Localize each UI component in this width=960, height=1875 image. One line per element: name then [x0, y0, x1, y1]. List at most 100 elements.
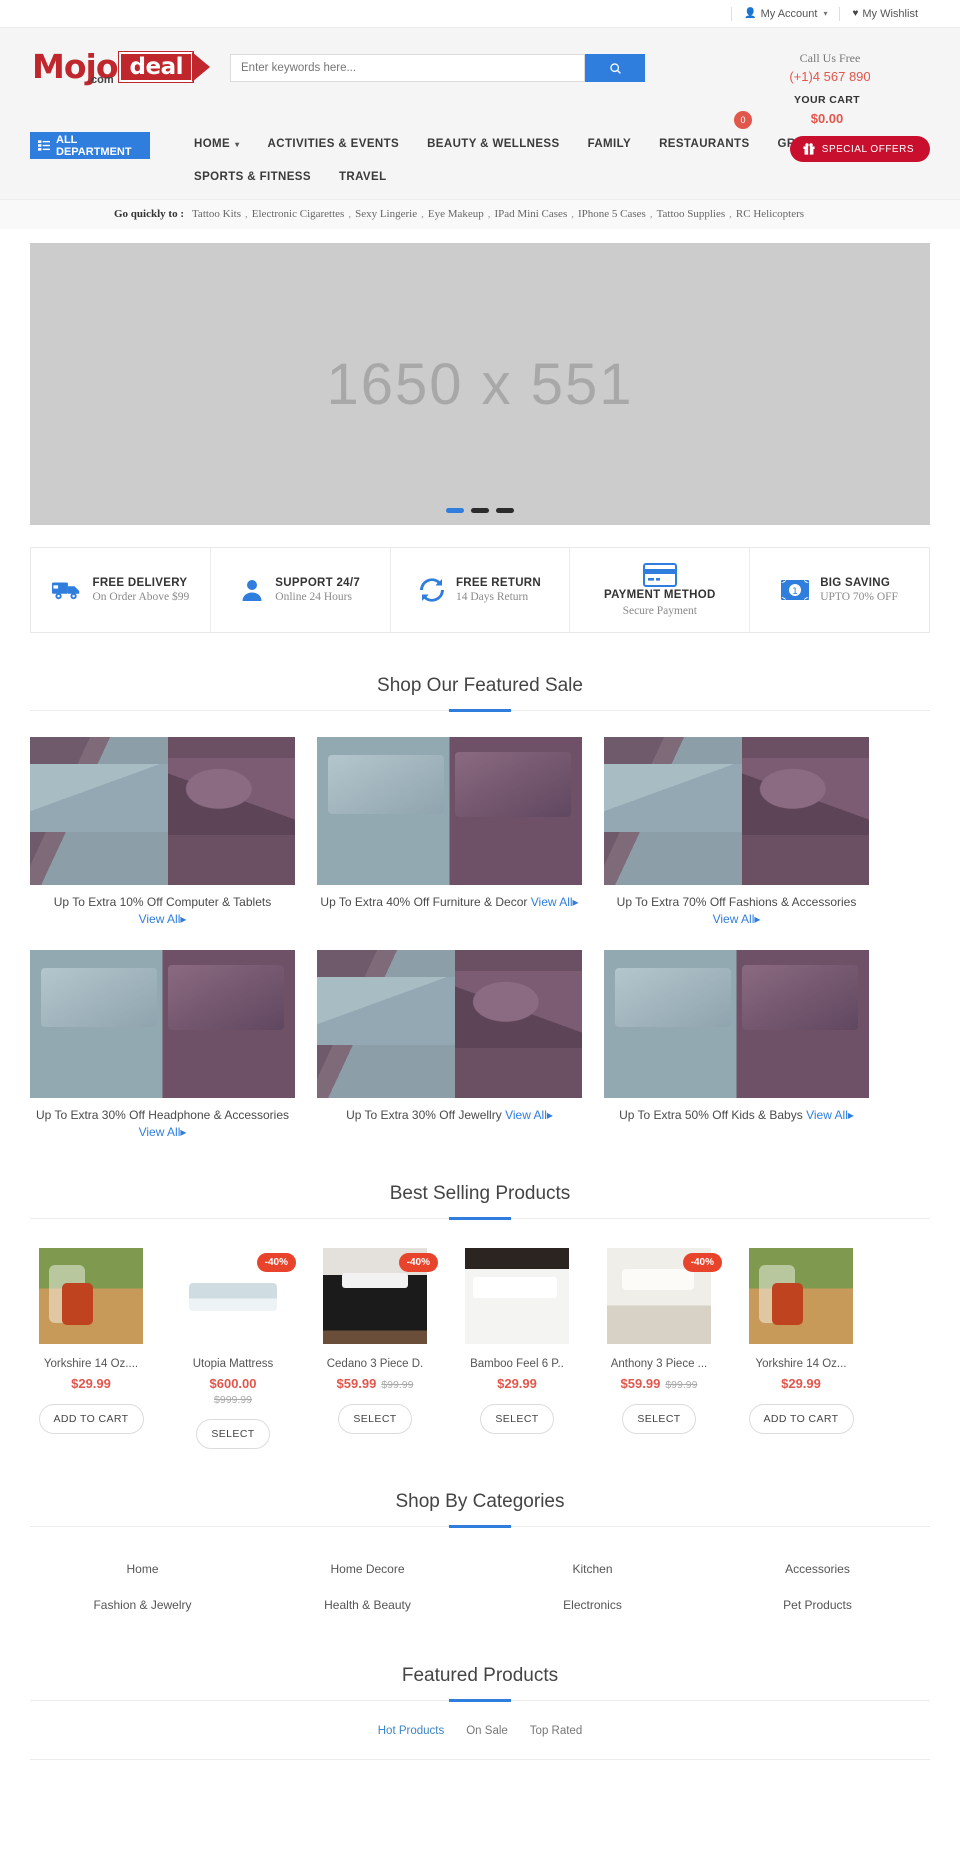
select-button[interactable]: SELECT: [480, 1404, 554, 1434]
select-button[interactable]: SELECT: [622, 1404, 696, 1434]
call-label: Call Us Free: [799, 51, 861, 65]
separator: ,: [649, 208, 653, 220]
banner-dot-2[interactable]: [471, 508, 489, 513]
all-department-button[interactable]: ALL DEPARTMENT: [30, 132, 150, 159]
sale-card-image: [604, 950, 869, 1098]
banner-placeholder-text: 1650 x 551: [326, 351, 634, 417]
banner-dot-1[interactable]: [446, 508, 464, 513]
quick-link[interactable]: Sexy Lingerie: [355, 208, 417, 220]
product-card[interactable]: Bamboo Feel 6 P.. $29.99 SELECT: [456, 1247, 578, 1434]
service-free-return: FREE RETURN 14 Days Return: [391, 548, 571, 632]
view-all-link[interactable]: View All▸: [713, 912, 761, 926]
product-name: Yorkshire 14 Oz...: [755, 1358, 847, 1370]
tab-on-sale[interactable]: On Sale: [466, 1725, 508, 1737]
section-title: Shop By Categories: [395, 1491, 565, 1512]
sale-card[interactable]: Up To Extra 40% Off Furniture & Decor Vi…: [317, 737, 582, 928]
quick-link[interactable]: Tattoo Kits: [192, 208, 241, 220]
add-to-cart-button[interactable]: ADD TO CART: [38, 1404, 144, 1434]
service-title: PAYMENT METHOD: [604, 589, 716, 601]
search-input[interactable]: [230, 54, 585, 82]
view-all-link[interactable]: View All▸: [806, 1108, 854, 1122]
sale-card-caption: Up To Extra 30% Off Headphone & Accessor…: [35, 1108, 290, 1122]
quick-link[interactable]: Electronic Cigarettes: [252, 208, 345, 220]
category-item-kitchen[interactable]: Kitchen: [480, 1551, 705, 1587]
tab-top-rated[interactable]: Top Rated: [530, 1725, 582, 1737]
add-to-cart-button[interactable]: ADD TO CART: [748, 1404, 854, 1434]
cart-title: YOUR CART: [793, 94, 860, 106]
view-all-link[interactable]: View All▸: [531, 895, 579, 909]
service-free-delivery: FREE DELIVERY On Order Above $99: [31, 548, 211, 632]
search-button[interactable]: [585, 54, 645, 82]
select-button[interactable]: SELECT: [338, 1404, 412, 1434]
discount-badge: -40%: [256, 1253, 296, 1272]
product-card[interactable]: -40% Cedano 3 Piece D. $59.99 $99.99 SELE…: [314, 1247, 438, 1434]
separator: ,: [487, 208, 491, 220]
call-info: Call Us Free (+1)4 567 890: [730, 46, 930, 84]
product-card[interactable]: -40% Utopia Mattress $600.00 $999.99 SEL…: [172, 1247, 296, 1449]
product-price: $59.99: [336, 1376, 377, 1391]
quick-links-label: Go quickly to :: [114, 208, 184, 220]
search-icon: [609, 62, 621, 74]
view-all-link[interactable]: View All▸: [139, 1125, 187, 1139]
quick-link[interactable]: RC Helicopters: [736, 208, 804, 220]
hero-banner[interactable]: 1650 x 551: [30, 243, 930, 525]
site-logo[interactable]: Mojo deal .com: [30, 46, 215, 86]
view-all-link[interactable]: View All▸: [139, 912, 187, 926]
nav-item-family[interactable]: FAMILY: [574, 132, 646, 156]
nav-item-sports-fitness[interactable]: SPORTS & FITNESS: [180, 165, 325, 189]
quick-link[interactable]: IPhone 5 Cases: [578, 208, 646, 220]
category-item-health-beauty[interactable]: Health & Beauty: [255, 1587, 480, 1623]
category-item-accessories[interactable]: Accessories: [705, 1551, 930, 1587]
quick-links-bar: Go quickly to : Tattoo Kits, Electronic …: [0, 199, 960, 229]
product-card[interactable]: Yorkshire 14 Oz.... $29.99 ADD TO CART: [30, 1247, 152, 1434]
special-offers-button[interactable]: SPECIAL OFFERS: [789, 136, 930, 162]
product-name: Bamboo Feel 6 P..: [470, 1358, 564, 1370]
sale-card[interactable]: Up To Extra 30% Off Jewellry View All▸: [317, 950, 582, 1141]
product-price: $29.99: [781, 1376, 821, 1391]
sale-card-image: [317, 950, 582, 1098]
featured-products-section: Featured Products Hot Products On Sale T…: [30, 1665, 930, 1760]
nav-item-label: RESTAURANTS: [659, 138, 750, 150]
product-image: [749, 1248, 853, 1344]
cart-total: $0.00: [810, 111, 844, 126]
nav-item-label: ACTIVITIES & EVENTS: [267, 138, 400, 150]
sale-card[interactable]: Up To Extra 10% Off Computer & Tablets V…: [30, 737, 295, 928]
separator: ,: [348, 208, 352, 220]
product-price: $29.99: [71, 1376, 111, 1391]
my-account-link[interactable]: 👤 My Account ▾: [731, 6, 839, 21]
service-payment-method: PAYMENT METHOD Secure Payment: [570, 548, 751, 632]
section-divider: [30, 1526, 930, 1529]
my-wishlist-label: My Wishlist: [862, 7, 918, 20]
nav-item-beauty-wellness[interactable]: BEAUTY & WELLNESS: [413, 132, 573, 156]
category-item-electronics[interactable]: Electronics: [480, 1587, 705, 1623]
category-grid: Home Home Decore Kitchen Accessories Fas…: [30, 1551, 930, 1623]
product-name: Utopia Mattress: [192, 1358, 274, 1370]
credit-card-icon: [642, 563, 677, 587]
nav-item-restaurants[interactable]: RESTAURANTS: [645, 132, 763, 156]
product-card[interactable]: Yorkshire 14 Oz... $29.99 ADD TO CART: [740, 1247, 862, 1434]
view-all-link[interactable]: View All▸: [505, 1108, 553, 1122]
category-item-pet-products[interactable]: Pet Products: [705, 1587, 930, 1623]
quick-link[interactable]: Tattoo Supplies: [657, 208, 726, 220]
nav-item-activities-events[interactable]: ACTIVITIES & EVENTS: [254, 132, 414, 156]
quick-link[interactable]: Eye Makeup: [428, 208, 484, 220]
service-title: SUPPORT 24/7: [275, 577, 361, 589]
cart-widget[interactable]: 0 YOUR CART $0.00: [734, 94, 892, 129]
sale-card[interactable]: Up To Extra 70% Off Fashions & Accessori…: [604, 737, 869, 928]
chevron-down-icon: ▾: [235, 139, 240, 149]
nav-item-label: BEAUTY & WELLNESS: [427, 138, 560, 150]
my-wishlist-link[interactable]: ♥ My Wishlist: [839, 6, 930, 21]
banner-dot-3[interactable]: [496, 508, 514, 513]
nav-item-home[interactable]: HOME ▾: [180, 132, 254, 156]
product-card[interactable]: -40% Anthony 3 Piece ... $59.99 $99.99 SE…: [598, 1247, 722, 1434]
category-item-fashion-jewelry[interactable]: Fashion & Jewelry: [30, 1587, 255, 1623]
list-icon: [38, 140, 50, 151]
sale-card[interactable]: Up To Extra 50% Off Kids & Babys View Al…: [604, 950, 869, 1141]
sale-card[interactable]: Up To Extra 30% Off Headphone & Accessor…: [30, 950, 295, 1141]
category-item-home-decore[interactable]: Home Decore: [255, 1551, 480, 1587]
tab-hot-products[interactable]: Hot Products: [378, 1725, 444, 1737]
quick-link[interactable]: IPad Mini Cases: [495, 208, 568, 220]
category-item-home[interactable]: Home: [30, 1551, 255, 1587]
nav-item-travel[interactable]: TRAVEL: [325, 165, 401, 189]
select-button[interactable]: SELECT: [196, 1419, 270, 1449]
